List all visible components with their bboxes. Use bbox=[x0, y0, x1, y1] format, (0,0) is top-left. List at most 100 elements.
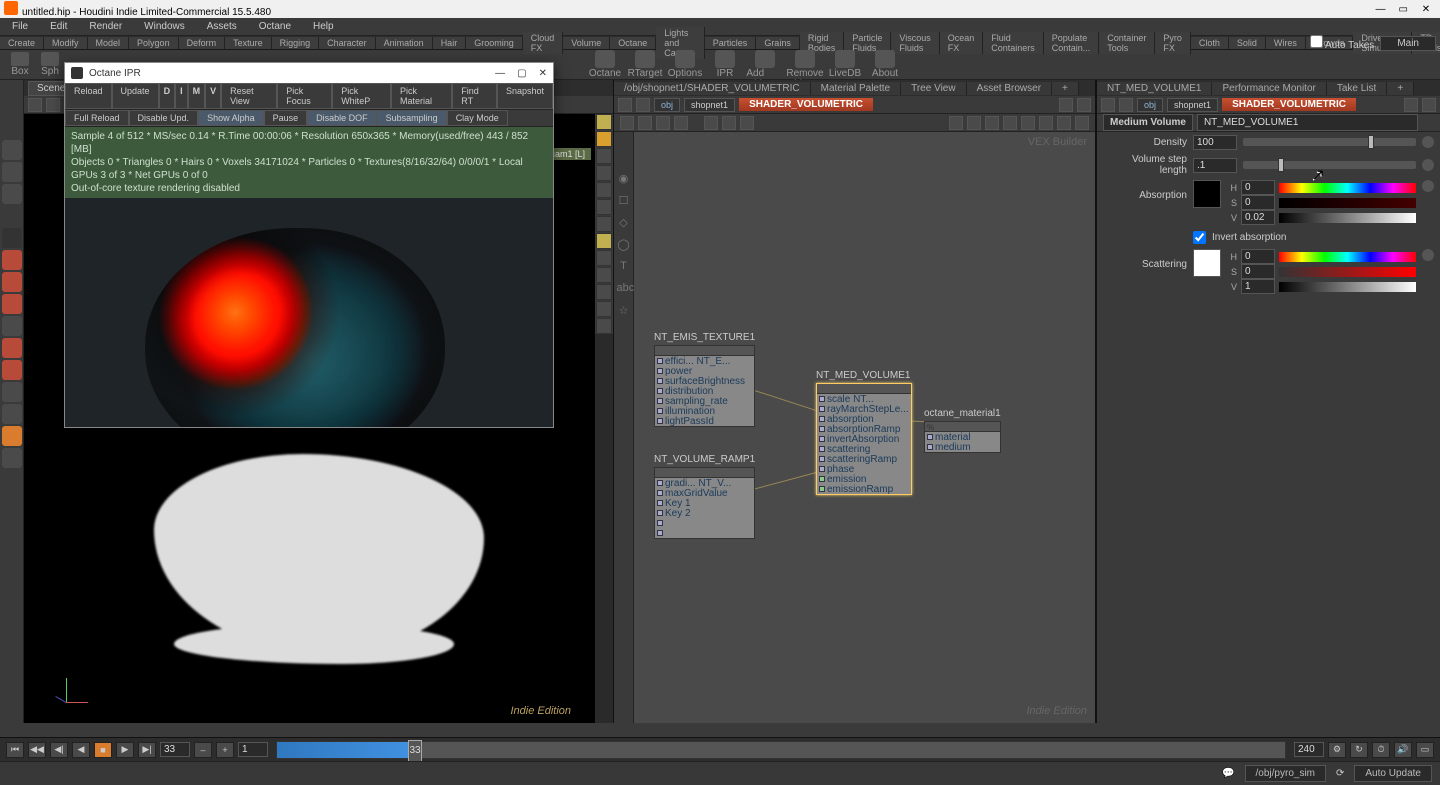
vp-btn-icon[interactable] bbox=[596, 148, 612, 164]
start-frame-field[interactable]: 1 bbox=[238, 742, 268, 757]
nav-fwd-icon[interactable] bbox=[636, 98, 650, 112]
ipr-subsampling-button[interactable]: Subsampling bbox=[377, 110, 447, 126]
shelf-tab[interactable]: Container Tools bbox=[1099, 32, 1155, 54]
ipr-snapshot-button[interactable]: Snapshot bbox=[497, 83, 553, 109]
shelf-tab[interactable]: Volume bbox=[563, 37, 610, 49]
menu-edit[interactable]: Edit bbox=[44, 19, 73, 34]
tl-options-icon[interactable]: ⚙ bbox=[1328, 742, 1346, 758]
chat-icon[interactable]: 💬 bbox=[1222, 768, 1234, 779]
ipr-disabledof-button[interactable]: Disable DOF bbox=[307, 110, 377, 126]
select-tool-icon[interactable] bbox=[2, 228, 22, 248]
vp-btn-icon[interactable] bbox=[596, 165, 612, 181]
shelf-tab[interactable]: Octane bbox=[610, 37, 656, 49]
tl-realtime-icon[interactable]: ⏱ bbox=[1372, 742, 1390, 758]
tool-icon[interactable] bbox=[2, 140, 22, 160]
shelf-tab[interactable]: Animation bbox=[376, 37, 433, 49]
ipr-showalpha-button[interactable]: Show Alpha bbox=[198, 110, 264, 126]
layout-icon[interactable] bbox=[1039, 116, 1053, 130]
shelf-tab[interactable]: Wires bbox=[1266, 37, 1306, 49]
scattering-swatch[interactable] bbox=[1193, 249, 1221, 277]
tl-prevkey-button[interactable]: ◀◀ bbox=[28, 742, 46, 758]
shelf-tab[interactable]: Polygon bbox=[129, 37, 179, 49]
breadcrumb-obj[interactable]: obj bbox=[1137, 98, 1163, 112]
ipr-v-toggle[interactable]: V bbox=[205, 83, 221, 109]
vp-btn-icon[interactable] bbox=[596, 284, 612, 300]
shelf-tab[interactable]: Cloth bbox=[1191, 37, 1229, 49]
val-slider[interactable] bbox=[1279, 282, 1416, 292]
absorption-swatch[interactable] bbox=[1193, 180, 1221, 208]
layout-icon[interactable] bbox=[1003, 116, 1017, 130]
layout-icon[interactable] bbox=[985, 116, 999, 130]
layout-icon[interactable] bbox=[967, 116, 981, 130]
side-icon[interactable]: ◯ bbox=[617, 238, 631, 252]
shelf-tab[interactable]: Ocean FX bbox=[940, 32, 984, 54]
end-frame-field[interactable]: 240 bbox=[1294, 742, 1324, 757]
layout-icon[interactable] bbox=[1021, 116, 1035, 130]
shelf-tab[interactable]: Texture bbox=[225, 37, 272, 49]
vp-btn-icon[interactable] bbox=[596, 233, 612, 249]
shelf-tab[interactable]: Cloud FX bbox=[523, 32, 564, 54]
shelf-tab[interactable]: Populate Contain... bbox=[1044, 32, 1100, 54]
tl-stepfwd-button[interactable]: ▶| bbox=[138, 742, 156, 758]
vp-btn-icon[interactable] bbox=[596, 267, 612, 283]
side-icon[interactable]: ☆ bbox=[617, 304, 631, 318]
toolbar-icon[interactable] bbox=[722, 116, 736, 130]
ipr-i-toggle[interactable]: I bbox=[175, 83, 188, 109]
scat-s-input[interactable]: 0 bbox=[1241, 264, 1275, 279]
ipr-pause-button[interactable]: Pause bbox=[264, 110, 308, 126]
layout-icon[interactable] bbox=[949, 116, 963, 130]
abs-h-input[interactable]: 0 bbox=[1241, 180, 1275, 195]
gear-icon[interactable] bbox=[1422, 180, 1434, 192]
abs-v-input[interactable]: 0.02 bbox=[1241, 210, 1275, 225]
tool-icon[interactable] bbox=[2, 404, 22, 424]
status-path[interactable]: /obj/pyro_sim bbox=[1245, 765, 1326, 782]
ipr-close[interactable]: ✕ bbox=[539, 68, 547, 79]
auto-update-menu[interactable]: Auto Update bbox=[1354, 765, 1432, 782]
node-tab[interactable]: Asset Browser bbox=[967, 82, 1052, 95]
grid-view-icon[interactable] bbox=[656, 116, 670, 130]
tool-icon[interactable] bbox=[2, 448, 22, 468]
shelf-tab[interactable]: Hair bbox=[433, 37, 467, 49]
node-emis-texture[interactable]: NT_EMIS_TEXTURE1 effici... NT_E... power… bbox=[654, 332, 755, 427]
hue-slider[interactable] bbox=[1279, 252, 1416, 262]
add-tab-button[interactable]: + bbox=[1387, 82, 1414, 95]
param-tab[interactable]: Performance Monitor bbox=[1212, 82, 1326, 95]
frame-plus-button[interactable]: + bbox=[216, 742, 234, 758]
node-tab[interactable]: /obj/shopnet1/SHADER_VOLUMETRIC bbox=[614, 82, 811, 95]
scat-h-input[interactable]: 0 bbox=[1241, 249, 1275, 264]
vp-btn-icon[interactable] bbox=[596, 114, 612, 130]
search-icon[interactable] bbox=[1075, 116, 1089, 130]
breadcrumb-shader[interactable]: SHADER_VOLUMETRIC bbox=[1222, 98, 1356, 111]
tool-icon[interactable] bbox=[2, 272, 22, 292]
gear-icon[interactable] bbox=[1422, 249, 1434, 261]
nav-back-icon[interactable] bbox=[618, 98, 632, 112]
scat-v-input[interactable]: 1 bbox=[1241, 279, 1275, 294]
ipr-maximize[interactable]: ▢ bbox=[517, 68, 526, 79]
menu-windows[interactable]: Windows bbox=[138, 19, 191, 34]
tl-stepback-button[interactable]: ◀| bbox=[50, 742, 68, 758]
tool-icon[interactable] bbox=[2, 316, 22, 336]
ipr-update-button[interactable]: Update bbox=[112, 83, 159, 109]
invert-absorption-checkbox[interactable] bbox=[1193, 231, 1206, 244]
shelf-tab[interactable]: Pyro FX bbox=[1155, 32, 1191, 54]
gear-icon[interactable] bbox=[1422, 159, 1434, 171]
breadcrumb-shopnet[interactable]: shopnet1 bbox=[1167, 98, 1218, 112]
shelf-tab[interactable]: Character bbox=[319, 37, 376, 49]
breadcrumb-shopnet[interactable]: shopnet1 bbox=[684, 98, 735, 112]
tool-icon[interactable] bbox=[2, 426, 22, 446]
nav-back-icon[interactable] bbox=[1101, 98, 1115, 112]
node-tab[interactable]: Material Palette bbox=[811, 82, 901, 95]
shelf-tab[interactable]: Deform bbox=[179, 37, 226, 49]
val-slider[interactable] bbox=[1279, 213, 1416, 223]
shelf-tab[interactable]: Grains bbox=[756, 37, 800, 49]
vp-btn-icon[interactable] bbox=[596, 216, 612, 232]
minimize-button[interactable]: — bbox=[1370, 4, 1390, 15]
tl-audio-icon[interactable]: 🔊 bbox=[1394, 742, 1412, 758]
shelf-tool-sphere[interactable]: Sph bbox=[36, 52, 64, 77]
tool-icon[interactable] bbox=[2, 294, 22, 314]
ipr-window[interactable]: Octane IPR — ▢ ✕ Reload Update D I M V R… bbox=[64, 62, 554, 428]
side-icon[interactable]: T bbox=[617, 260, 631, 274]
add-tab-button[interactable]: + bbox=[1052, 82, 1079, 95]
shelf-tab[interactable]: Grooming bbox=[466, 37, 523, 49]
node-octane-material[interactable]: octane_material1 % material medium bbox=[924, 408, 1001, 453]
